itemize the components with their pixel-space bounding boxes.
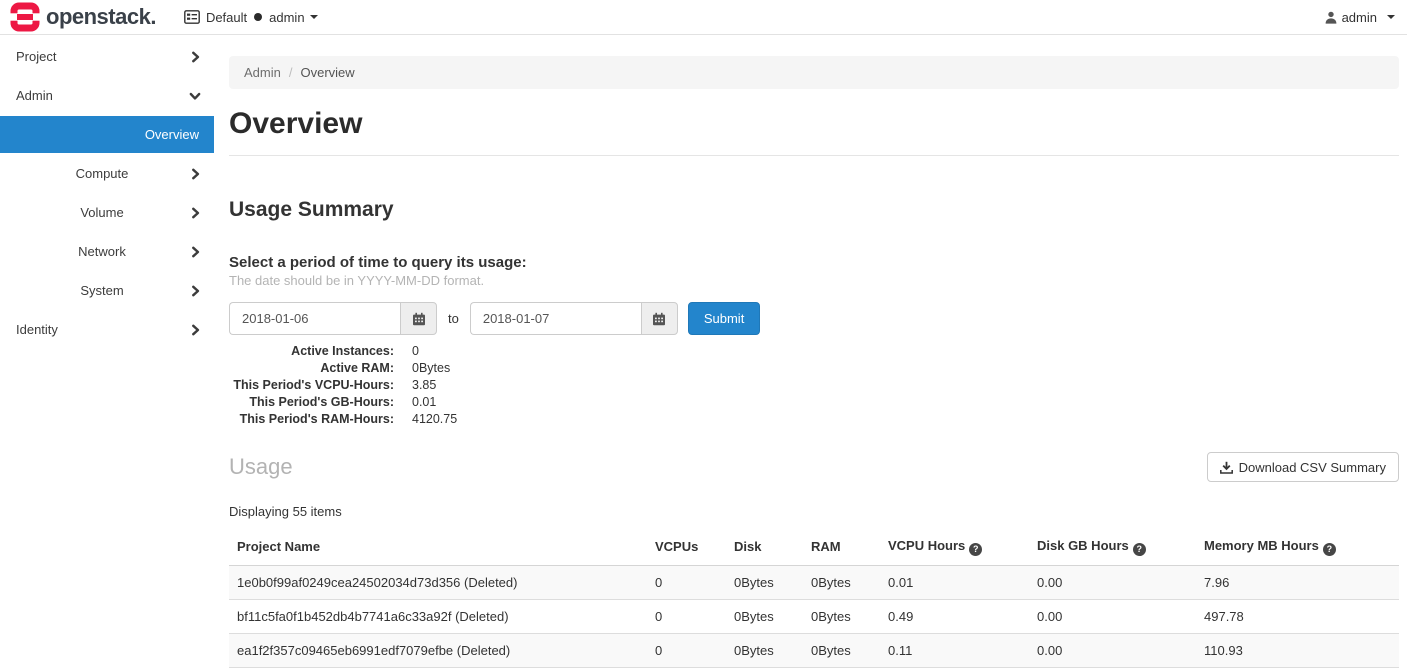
col-project-name[interactable]: Project Name <box>229 529 647 565</box>
chevron-down-icon <box>189 90 201 101</box>
sidebar-item-network[interactable]: Network <box>0 232 214 271</box>
list-alt-icon <box>184 10 200 24</box>
project-label: admin <box>269 10 304 25</box>
calendar-icon <box>652 312 666 326</box>
sidebar: Project Admin Overview Compute <box>0 35 214 349</box>
sidebar-item-system[interactable]: System <box>0 271 214 310</box>
domain-project-switcher[interactable]: Default admin <box>184 10 318 25</box>
download-icon <box>1220 461 1233 474</box>
usage-table-header: Usage Download CSV Summary <box>229 452 1399 482</box>
domain-label: Default <box>206 10 247 25</box>
usage-heading: Usage <box>229 454 293 480</box>
date-from-calendar-addon[interactable] <box>400 302 437 335</box>
col-ram[interactable]: RAM <box>803 529 880 565</box>
sidebar-item-overview[interactable]: Overview <box>0 116 214 153</box>
chevron-right-icon <box>190 207 201 218</box>
date-to-input[interactable] <box>470 302 641 335</box>
usage-summary-heading: Usage Summary <box>229 198 1399 222</box>
project-bullet-icon <box>254 13 262 21</box>
cell-project-name: 1e0b0f99af0249cea24502034d73d356 (Delete… <box>229 565 647 599</box>
chevron-right-icon <box>190 285 201 296</box>
col-vcpu-hours[interactable]: VCPU Hours? <box>880 529 1029 565</box>
table-row: bf11c5fa0f1b452db4b7741a6c33a92f (Delete… <box>229 599 1399 633</box>
stat-ram-hours: This Period's RAM-Hours: 4120.75 <box>229 411 1399 428</box>
table-row: 1e0b0f99af0249cea24502034d73d356 (Delete… <box>229 565 1399 599</box>
chevron-right-icon <box>190 324 201 335</box>
top-navbar: openstack. Default admin <box>0 0 1407 35</box>
usage-summary-stats: Active Instances: 0 Active RAM: 0Bytes T… <box>229 343 1399 428</box>
help-icon[interactable]: ? <box>1133 543 1146 556</box>
sidebar-item-compute[interactable]: Compute <box>0 154 214 193</box>
chevron-right-icon <box>190 51 201 62</box>
sidebar-item-volume[interactable]: Volume <box>0 193 214 232</box>
table-row: ea1f2f357c09465eb6991edf7079efbe (Delete… <box>229 633 1399 667</box>
openstack-brand[interactable]: openstack. <box>10 2 156 32</box>
main-content: Admin / Overview Overview Usage Summary … <box>214 35 1407 668</box>
sidebar-item-admin[interactable]: Admin <box>0 76 214 115</box>
stat-gb-hours: This Period's GB-Hours: 0.01 <box>229 394 1399 411</box>
chevron-right-icon <box>190 168 201 179</box>
col-disk-gb-hours[interactable]: Disk GB Hours? <box>1029 529 1196 565</box>
sidebar-item-project[interactable]: Project <box>0 37 214 76</box>
user-menu[interactable]: admin <box>1325 10 1395 25</box>
items-count: Displaying 55 items <box>229 504 1399 519</box>
col-disk[interactable]: Disk <box>726 529 803 565</box>
breadcrumb-overview: Overview <box>300 65 354 80</box>
cell-project-name: ea1f2f357c09465eb6991edf7079efbe (Delete… <box>229 633 647 667</box>
col-vcpus[interactable]: VCPUs <box>647 529 726 565</box>
date-range-form: to <box>229 302 1399 335</box>
help-icon[interactable]: ? <box>1323 543 1336 556</box>
sidebar-item-identity[interactable]: Identity <box>0 310 214 349</box>
stat-active-instances: Active Instances: 0 <box>229 343 1399 360</box>
breadcrumb-separator: / <box>289 65 293 80</box>
breadcrumb-admin[interactable]: Admin <box>244 65 281 80</box>
period-form-label: Select a period of time to query its usa… <box>229 254 1399 271</box>
usage-table: Project Name VCPUs Disk RAM VCPU Hours? … <box>229 529 1399 668</box>
date-to-group <box>470 302 678 335</box>
col-memory-mb-hours[interactable]: Memory MB Hours? <box>1196 529 1399 565</box>
date-from-input[interactable] <box>229 302 400 335</box>
chevron-right-icon <box>190 246 201 257</box>
download-csv-button[interactable]: Download CSV Summary <box>1207 452 1399 482</box>
title-divider <box>229 155 1399 156</box>
openstack-logo-icon <box>10 2 40 32</box>
user-icon <box>1325 11 1337 24</box>
breadcrumb: Admin / Overview <box>229 56 1399 89</box>
stat-vcpu-hours: This Period's VCPU-Hours: 3.85 <box>229 377 1399 394</box>
caret-down-icon <box>1387 15 1395 19</box>
stat-active-ram: Active RAM: 0Bytes <box>229 360 1399 377</box>
caret-down-icon <box>310 15 318 19</box>
date-to-calendar-addon[interactable] <box>641 302 678 335</box>
submit-button[interactable]: Submit <box>688 302 760 335</box>
table-header-row: Project Name VCPUs Disk RAM VCPU Hours? … <box>229 529 1399 565</box>
brand-wordmark: openstack. <box>46 6 156 28</box>
app-root: openstack. Default admin <box>0 0 1407 668</box>
help-icon[interactable]: ? <box>969 543 982 556</box>
page-title: Overview <box>229 105 1399 143</box>
date-from-group <box>229 302 437 335</box>
period-form-help: The date should be in YYYY-MM-DD format. <box>229 273 1399 288</box>
to-label: to <box>448 311 459 326</box>
user-name-label: admin <box>1342 10 1377 25</box>
calendar-icon <box>412 312 426 326</box>
cell-project-name: bf11c5fa0f1b452db4b7741a6c33a92f (Delete… <box>229 599 647 633</box>
